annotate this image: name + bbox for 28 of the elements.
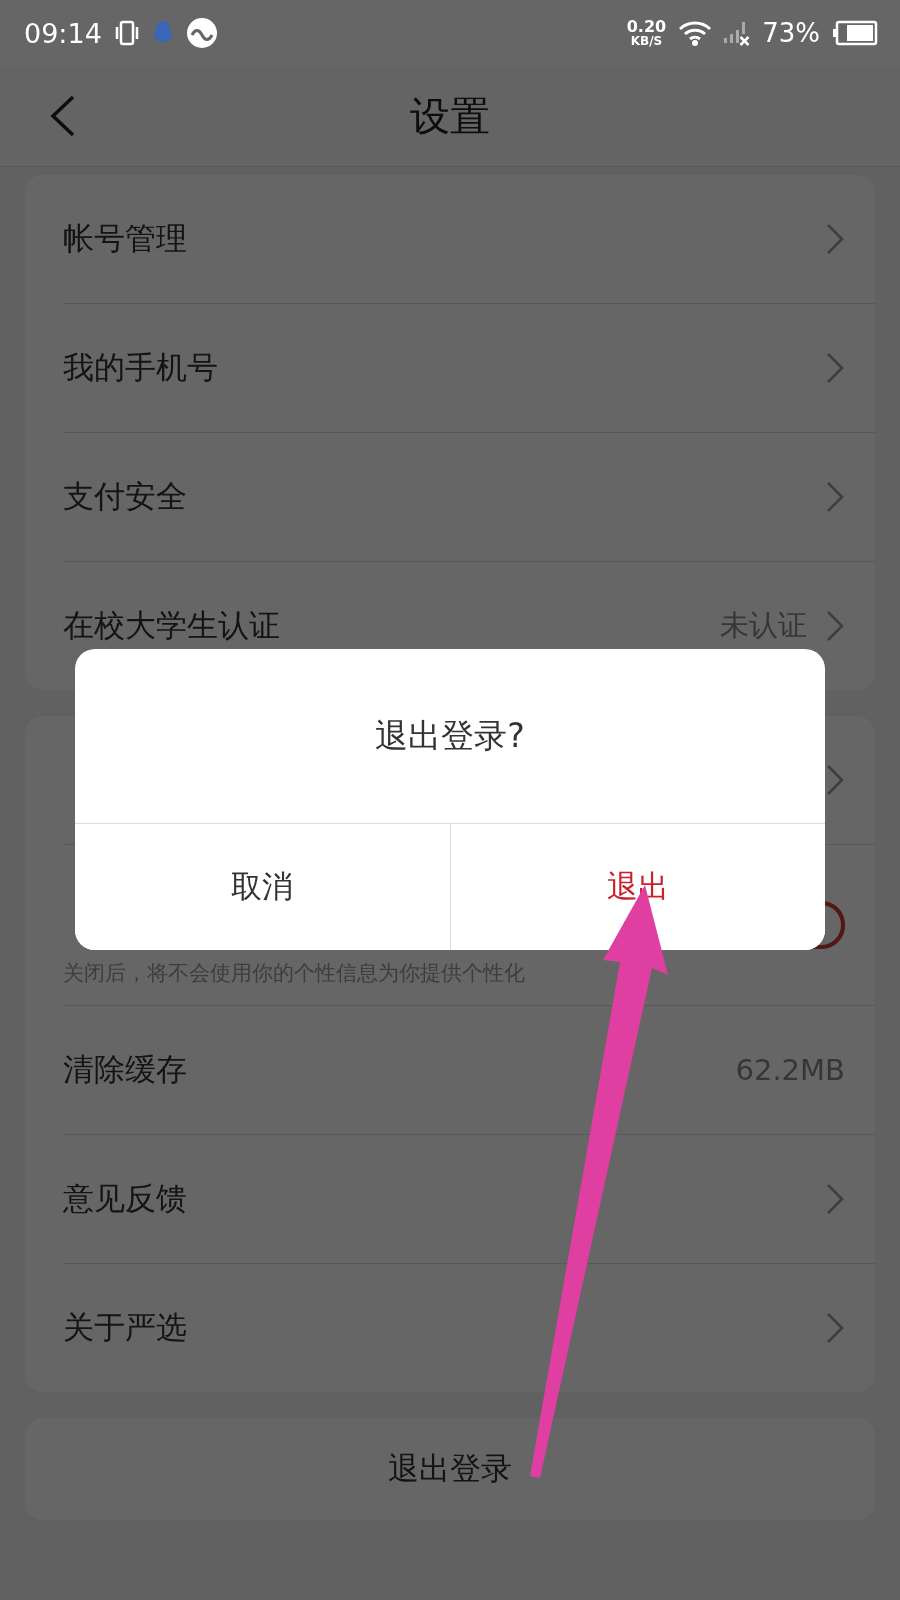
chevron-icon (825, 609, 845, 643)
logout-button[interactable]: 退出登录 (25, 1418, 875, 1520)
signal-icon (724, 20, 751, 46)
battery-level: 73% (762, 18, 820, 48)
row-label: 帐号管理 (63, 219, 188, 258)
page-title: 设置 (410, 91, 490, 141)
row-label: 支付安全 (63, 477, 188, 516)
status-time: 09:14 (24, 17, 102, 49)
row-label: 关于严选 (63, 1308, 188, 1347)
wifi-icon (678, 19, 713, 47)
vibrate-icon (113, 18, 140, 48)
chevron-icon (825, 222, 845, 256)
row-label: 意见反馈 (63, 1179, 188, 1218)
settings-row[interactable]: 我的手机号 (63, 304, 875, 433)
chevron-icon (825, 351, 845, 385)
app-logo-icon (185, 17, 218, 49)
chevron-icon (825, 1311, 845, 1345)
battery-icon (832, 20, 878, 46)
row-label: 清除缓存 (63, 1050, 188, 1089)
network-speed: 0.20 KB/S (626, 19, 667, 47)
settings-row[interactable]: 支付安全 (63, 433, 875, 562)
row-label: 我的手机号 (63, 348, 219, 387)
settings-row[interactable]: 帐号管理 (63, 175, 875, 304)
row-label: 在校大学生认证 (63, 606, 281, 645)
settings-row[interactable]: 关于严选 (63, 1264, 875, 1392)
chevron-icon (825, 1182, 845, 1216)
chevron-icon (825, 480, 845, 514)
chevron-icon (825, 763, 845, 797)
